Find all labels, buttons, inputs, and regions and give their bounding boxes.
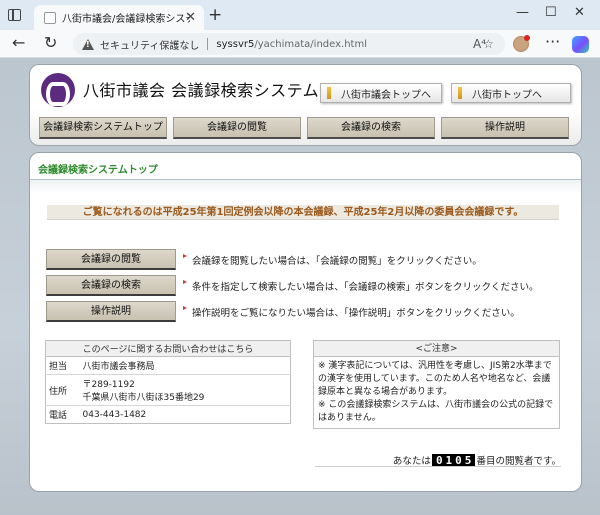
city-emblem-icon xyxy=(41,73,75,107)
main-content: 会議録検索システムトップ ご覧になれるのは平成25年第1回定例会以降の本会議録、… xyxy=(29,152,582,492)
close-window-icon[interactable]: ✕ xyxy=(574,5,585,20)
visitor-counter: あなたは 0105 番目の閲覧者です。 xyxy=(361,453,561,467)
tab-actions-icon[interactable] xyxy=(8,9,21,21)
caution-box: <ご注意> ※ 漢字表記については、汎用性を考慮し、JIS第2水準までの漢字を使… xyxy=(313,340,560,429)
manual-button[interactable]: 操作説明 xyxy=(46,301,176,322)
caution-body: ※ 漢字表記については、汎用性を考慮し、JIS第2水準までの漢字を使用しています… xyxy=(314,357,559,428)
assembly-top-link[interactable]: 八街市議会トップへ xyxy=(320,83,442,103)
url-host: syssvr5 xyxy=(216,38,255,50)
tab-title: 八街市議会/会議録検索システム xyxy=(62,14,190,25)
favicon-icon xyxy=(44,11,56,24)
address-bar: ← ↻ セキュリティ保護なし syssvr5/yachimata/index.h… xyxy=(0,30,600,58)
favorite-star-icon[interactable]: ☆ xyxy=(483,37,494,51)
contact-value: 八街市議会事務局 xyxy=(79,356,291,375)
caution-line: ※ この会議録検索システムは、八街市議会の公式の記録ではありません。 xyxy=(318,400,554,423)
security-label[interactable]: セキュリティ保護なし xyxy=(100,37,199,52)
contact-address-line: 千葉県八街市八街ほ35番地29 xyxy=(82,393,205,403)
contact-key: 住所 xyxy=(45,374,80,406)
tab-bar: 八街市議会/会議録検索システム ✕ + — ☐ ✕ xyxy=(0,0,600,30)
nav-browse[interactable]: 会議録の閲覧 xyxy=(173,117,301,139)
reload-icon[interactable]: ↻ xyxy=(44,33,57,52)
nav-system-top[interactable]: 会議録検索システムトップ xyxy=(39,117,167,139)
page-viewport: 八街市議会 会議録検索システム 八街市議会トップへ 八街市トップへ 会議録検索シ… xyxy=(0,58,600,515)
contact-value: 043-443-1482 xyxy=(79,405,291,424)
contact-key: 電話 xyxy=(45,405,80,424)
new-tab-icon[interactable]: + xyxy=(208,5,222,25)
copilot-icon[interactable] xyxy=(572,36,589,53)
table-row: 電話 043-443-1482 xyxy=(45,405,291,424)
site-header: 八街市議会 会議録検索システム 八街市議会トップへ 八街市トップへ 会議録検索シ… xyxy=(29,64,582,146)
browser-tab[interactable]: 八街市議会/会議録検索システム ✕ xyxy=(34,5,204,30)
contact-postcode: 〒289-1192 xyxy=(82,380,135,390)
browse-button[interactable]: 会議録の閲覧 xyxy=(46,249,176,270)
more-menu-icon[interactable]: ··· xyxy=(545,32,560,51)
availability-notice: ご覧になれるのは平成25年第1回定例会以降の本会議録、平成25年2月以降の委員会… xyxy=(47,205,559,220)
table-row: 担当 八街市議会事務局 xyxy=(45,356,291,375)
minimize-icon[interactable]: — xyxy=(516,5,529,20)
url-field[interactable]: セキュリティ保護なし syssvr5/yachimata/index.html … xyxy=(73,33,505,55)
back-icon[interactable]: ← xyxy=(12,33,25,52)
section-title: 会議録検索システムトップ xyxy=(38,165,158,176)
search-button[interactable]: 会議録の検索 xyxy=(46,275,176,296)
maximize-icon[interactable]: ☐ xyxy=(545,5,557,20)
contact-table: このページに関するお問い合わせはこちら 担当 八街市議会事務局 住所 〒289-… xyxy=(45,340,291,424)
url-path: /yachimata/index.html xyxy=(254,38,367,50)
caution-line: ※ 漢字表記については、汎用性を考慮し、JIS第2水準までの漢字を使用しています… xyxy=(318,361,552,397)
contact-heading: このページに関するお問い合わせはこちら xyxy=(45,340,291,357)
manual-description: 操作説明をご覧になりたい場合は、「操作説明」ボタンをクリックください。 xyxy=(183,305,520,319)
close-tab-icon[interactable]: ✕ xyxy=(185,10,196,25)
city-top-link[interactable]: 八街市トップへ xyxy=(451,83,571,103)
nav-search[interactable]: 会議録の検索 xyxy=(307,117,435,139)
not-secure-icon xyxy=(82,38,94,50)
site-title: 八街市議会 会議録検索システム xyxy=(83,81,320,100)
table-row: 住所 〒289-1192 千葉県八街市八街ほ35番地29 xyxy=(45,374,291,406)
browse-description: 会議録を閲覧したい場合は、「会議録の閲覧」をクリックください。 xyxy=(183,253,482,267)
url-divider xyxy=(207,38,209,50)
profile-avatar[interactable] xyxy=(513,35,530,52)
contact-address: 〒289-1192 千葉県八街市八街ほ35番地29 xyxy=(79,374,291,406)
search-description: 条件を指定して検索したい場合は、「会議録の検索」ボタンをクリックください。 xyxy=(183,279,538,293)
section-shade xyxy=(30,180,581,194)
contact-key: 担当 xyxy=(45,356,80,375)
nav-manual[interactable]: 操作説明 xyxy=(441,117,569,139)
caution-heading: <ご注意> xyxy=(314,341,559,357)
counter-divider xyxy=(315,466,561,467)
